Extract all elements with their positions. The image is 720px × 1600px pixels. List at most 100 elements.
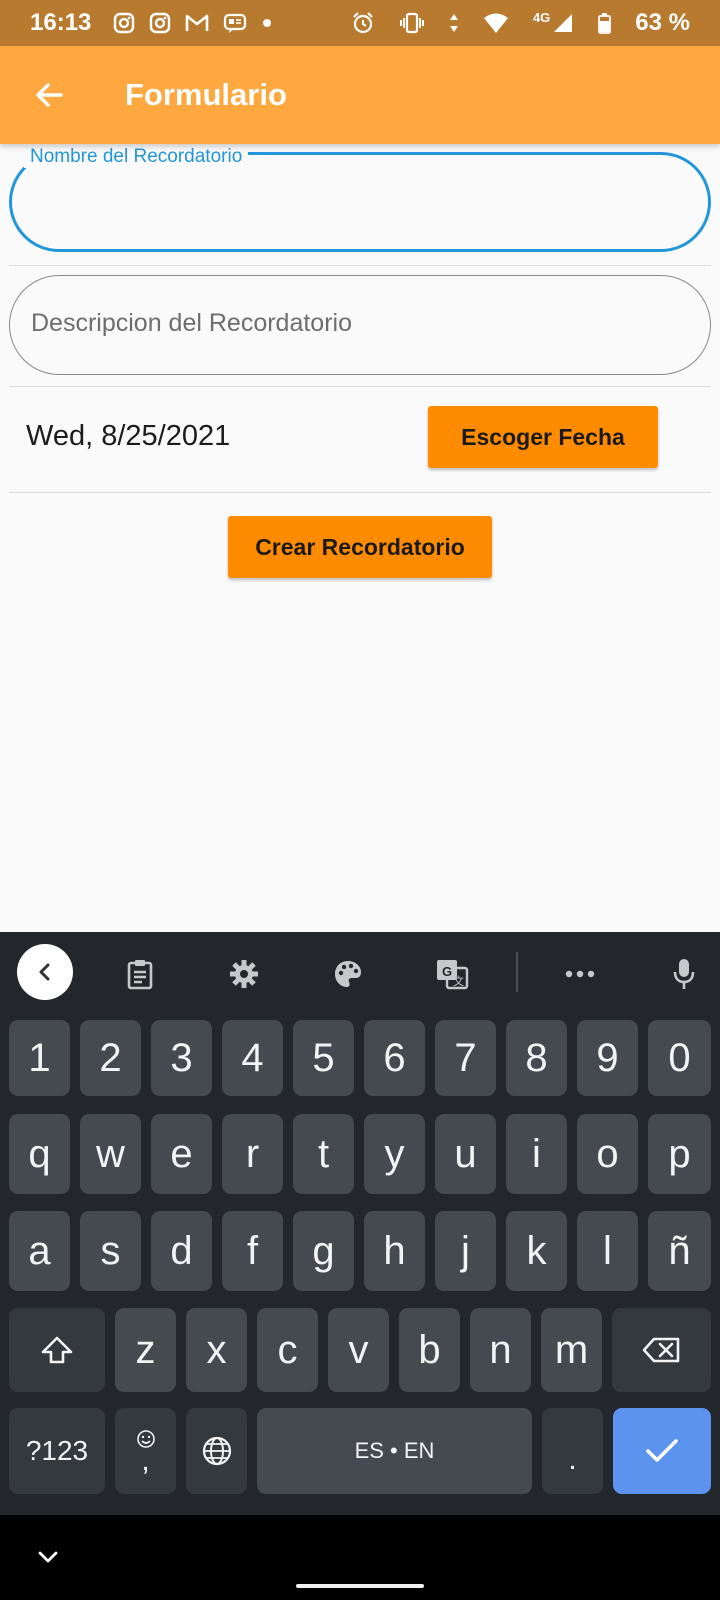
microphone-icon (673, 959, 695, 989)
svg-text:文: 文 (453, 974, 464, 988)
enter-key[interactable] (613, 1408, 711, 1494)
chevron-left-icon (39, 963, 50, 981)
key-r[interactable]: r (222, 1114, 283, 1194)
period-key[interactable]: . (542, 1408, 603, 1494)
key-6[interactable]: 6 (364, 1020, 425, 1096)
key-8[interactable]: 8 (506, 1020, 567, 1096)
symbols-key[interactable]: ?123 (9, 1408, 105, 1494)
checkmark-icon (646, 1439, 678, 1462)
data-arrows-icon (449, 12, 459, 34)
instagram-icon (113, 12, 135, 34)
divider (9, 265, 711, 266)
key-g[interactable]: g (293, 1211, 354, 1291)
key-p[interactable]: p (648, 1114, 711, 1194)
page-title: Formulario (125, 77, 287, 112)
palette-icon (335, 961, 361, 987)
shift-key[interactable] (9, 1308, 105, 1392)
key-k[interactable]: k (506, 1211, 567, 1291)
key-7[interactable]: 7 (435, 1020, 496, 1096)
key-e[interactable]: e (151, 1114, 212, 1194)
signal-icon (552, 12, 574, 34)
toolbar-separator (516, 952, 518, 992)
key-1[interactable]: 1 (9, 1020, 70, 1096)
key-d[interactable]: d (151, 1211, 212, 1291)
message-icon (223, 12, 247, 34)
key-v[interactable]: v (328, 1308, 389, 1392)
wifi-icon (483, 12, 509, 34)
key-y[interactable]: y (364, 1114, 425, 1194)
comma-emoji-key[interactable]: , (115, 1408, 176, 1494)
clipboard-icon (127, 960, 153, 990)
key-9[interactable]: 9 (577, 1020, 638, 1096)
key-n-tilde[interactable]: ñ (648, 1211, 711, 1291)
key-c[interactable]: c (257, 1308, 318, 1392)
globe-icon (202, 1436, 231, 1466)
reminder-description-placeholder: Descripcion del Recordatorio (31, 309, 352, 337)
chevron-down-icon (38, 1551, 58, 1563)
navigation-bar (0, 1515, 720, 1600)
key-f[interactable]: f (222, 1211, 283, 1291)
keyboard: G文 1 2 3 4 5 6 7 8 9 0 q w e r t y u i o… (0, 932, 720, 1515)
reminder-description-input[interactable]: Descripcion del Recordatorio (9, 275, 711, 375)
key-o[interactable]: o (577, 1114, 638, 1194)
svg-text:G: G (442, 964, 452, 979)
key-i[interactable]: i (506, 1114, 567, 1194)
gear-icon (230, 960, 258, 988)
divider (9, 386, 711, 387)
key-b[interactable]: b (399, 1308, 460, 1392)
battery-icon (598, 12, 612, 34)
backspace-icon (642, 1337, 679, 1363)
key-u[interactable]: u (435, 1114, 496, 1194)
key-2[interactable]: 2 (80, 1020, 141, 1096)
more-options-button[interactable] (552, 946, 608, 1002)
key-m[interactable]: m (541, 1308, 602, 1392)
status-bar: 16:13 4G 63 % (0, 0, 720, 46)
divider (9, 492, 711, 493)
key-h[interactable]: h (364, 1211, 425, 1291)
key-j[interactable]: j (435, 1211, 496, 1291)
key-4[interactable]: 4 (222, 1020, 283, 1096)
hide-keyboard-button[interactable] (28, 1537, 68, 1577)
language-key[interactable] (186, 1408, 247, 1494)
backspace-key[interactable] (612, 1308, 711, 1392)
shift-icon (41, 1336, 73, 1364)
arrow-left-icon (36, 83, 63, 107)
keyboard-collapse-button[interactable] (17, 944, 73, 1000)
home-gesture-bar[interactable] (296, 1584, 424, 1588)
voice-input-button[interactable] (656, 946, 712, 1002)
app-bar: Formulario (0, 46, 720, 144)
alarm-icon (351, 11, 375, 35)
key-t[interactable]: t (293, 1114, 354, 1194)
key-x[interactable]: x (186, 1308, 247, 1392)
selected-date: Wed, 8/25/2021 (26, 420, 231, 452)
key-q[interactable]: q (9, 1114, 70, 1194)
key-3[interactable]: 3 (151, 1020, 212, 1096)
key-5[interactable]: 5 (293, 1020, 354, 1096)
choose-date-button[interactable]: Escoger Fecha (428, 406, 658, 468)
instagram-icon (149, 12, 171, 34)
network-type: 4G (532, 9, 551, 25)
vibrate-icon (399, 12, 425, 34)
clipboard-button[interactable] (112, 946, 168, 1002)
status-time: 16:13 (30, 9, 92, 36)
translate-button[interactable]: G文 (424, 946, 480, 1002)
create-reminder-button[interactable]: Crear Recordatorio (228, 516, 492, 578)
key-a[interactable]: a (9, 1211, 70, 1291)
space-key[interactable]: ES • EN (257, 1408, 532, 1494)
back-button[interactable] (19, 65, 79, 125)
reminder-name-label: Nombre del Recordatorio (24, 146, 249, 168)
key-z[interactable]: z (115, 1308, 176, 1392)
dot-icon (261, 17, 273, 29)
battery-percent: 63 % (635, 9, 690, 36)
key-s[interactable]: s (80, 1211, 141, 1291)
settings-button[interactable] (216, 946, 272, 1002)
key-n[interactable]: n (470, 1308, 531, 1392)
key-0[interactable]: 0 (648, 1020, 711, 1096)
more-dots-icon (565, 970, 595, 978)
translate-icon: G文 (437, 960, 469, 990)
key-l[interactable]: l (577, 1211, 638, 1291)
comma-label: , (141, 1444, 150, 1477)
key-w[interactable]: w (80, 1114, 141, 1194)
theme-button[interactable] (320, 946, 376, 1002)
gmail-icon (185, 13, 209, 33)
